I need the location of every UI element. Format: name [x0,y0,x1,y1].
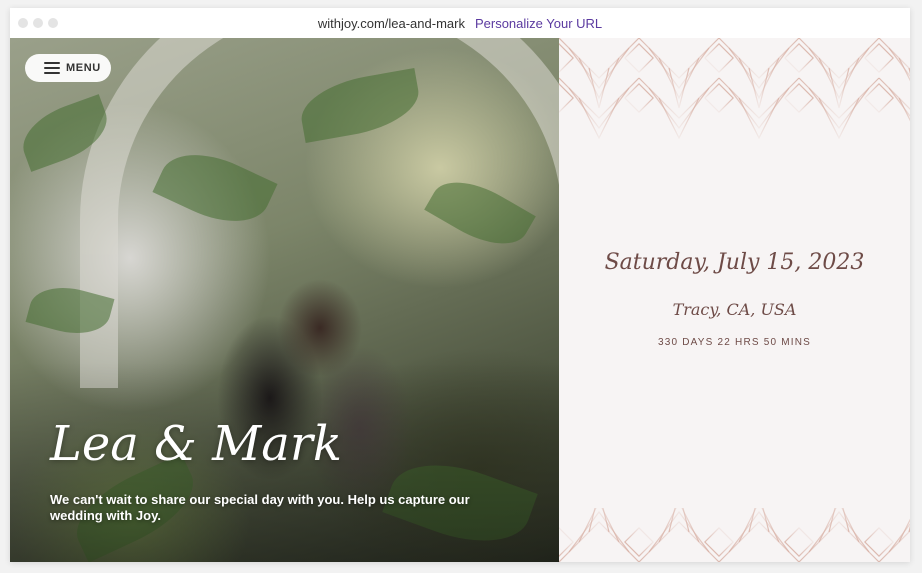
event-countdown: 330 DAYS 22 HRS 50 MINS [657,337,812,348]
menu-label: MENU [66,62,101,74]
geometric-pattern-top [559,38,910,140]
hamburger-icon [44,62,60,74]
browser-titlebar: withjoy.com/lea-and-mark Personalize You… [10,8,910,38]
address-bar: withjoy.com/lea-and-mark Personalize You… [10,8,910,38]
url-text[interactable]: withjoy.com/lea-and-mark [318,16,465,31]
event-info-panel: Saturday, July 15, 2023 Tracy, CA, USA 3… [559,38,910,562]
geometric-pattern-bottom [559,508,910,562]
couple-names: Lea & Mark [50,416,342,472]
browser-window: withjoy.com/lea-and-mark Personalize You… [10,8,910,562]
event-date: Saturday, July 15, 2023 [604,250,865,275]
event-location: Tracy, CA, USA [672,300,797,319]
hero-photo: MENU Lea & Mark We can't wait to share o… [10,38,559,562]
personalize-url-link[interactable]: Personalize Your URL [475,16,602,31]
menu-button[interactable]: MENU [25,54,111,82]
welcome-tagline: We can't wait to share our special day w… [50,492,470,523]
